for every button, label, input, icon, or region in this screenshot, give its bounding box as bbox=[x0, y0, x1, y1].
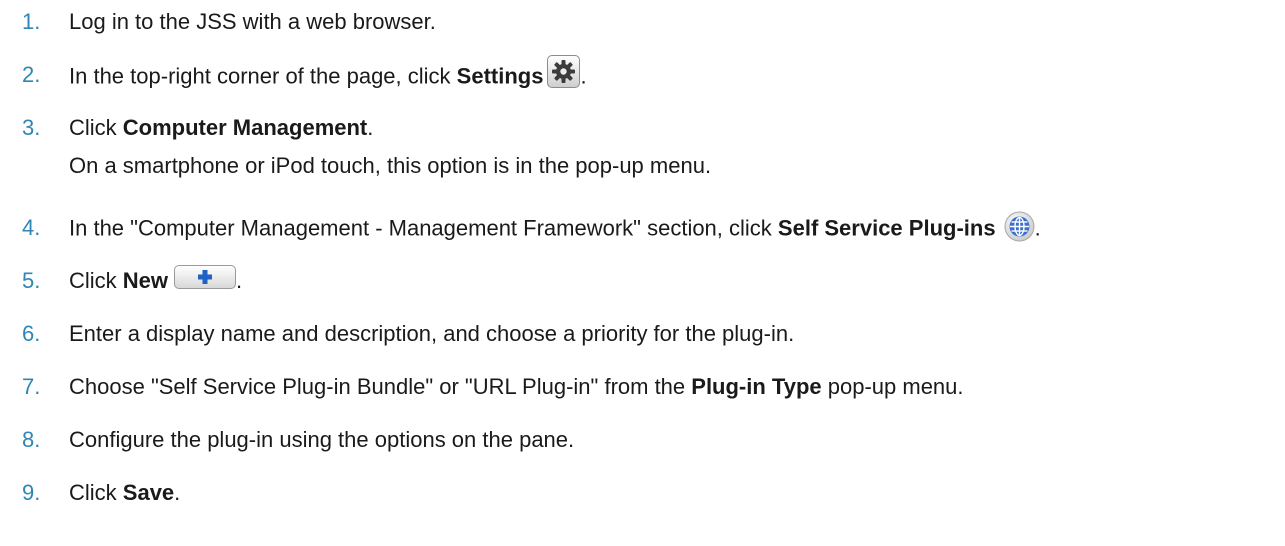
step-text: Click Save. bbox=[69, 480, 181, 505]
ui-term-self-service-plug-ins: Self Service Plug-ins bbox=[777, 215, 996, 241]
step-number: 9. bbox=[22, 480, 41, 505]
step-note: On a smartphone or iPod touch, this opti… bbox=[69, 153, 712, 178]
plus-icon bbox=[174, 265, 237, 290]
step-text: In the top-right corner of the page, cli… bbox=[69, 55, 587, 94]
step-number: 6. bbox=[22, 321, 41, 346]
gear-icon bbox=[547, 55, 581, 88]
step-number: 1. bbox=[22, 9, 41, 34]
step-text: Click Computer Management. bbox=[69, 115, 374, 140]
step-number: 4. bbox=[22, 215, 41, 240]
ui-term-computer-management: Computer Management bbox=[122, 115, 368, 140]
step-number: 3. bbox=[22, 115, 41, 140]
ui-term-new: New bbox=[122, 268, 169, 293]
step-text: Choose "Self Service Plug-in Bundle" or … bbox=[69, 374, 964, 399]
step-number: 7. bbox=[22, 374, 41, 399]
step-text: Click New. bbox=[69, 265, 242, 295]
step-number: 2. bbox=[22, 62, 41, 87]
step-text: In the "Computer Management - Management… bbox=[69, 211, 1041, 245]
step-text: Configure the plug-in using the options … bbox=[69, 427, 575, 452]
instruction-steps: 1. Log in to the JSS with a web browser.… bbox=[0, 0, 1285, 546]
step-text: Enter a display name and description, an… bbox=[69, 321, 795, 346]
ui-term-save: Save bbox=[122, 480, 175, 505]
step-number: 8. bbox=[22, 427, 41, 452]
ui-term-plug-in-type: Plug-in Type bbox=[691, 374, 822, 399]
step-text: Log in to the JSS with a web browser. bbox=[69, 9, 436, 34]
globe-icon bbox=[1004, 211, 1035, 242]
step-number: 5. bbox=[22, 268, 41, 293]
ui-term-settings: Settings bbox=[456, 63, 544, 89]
